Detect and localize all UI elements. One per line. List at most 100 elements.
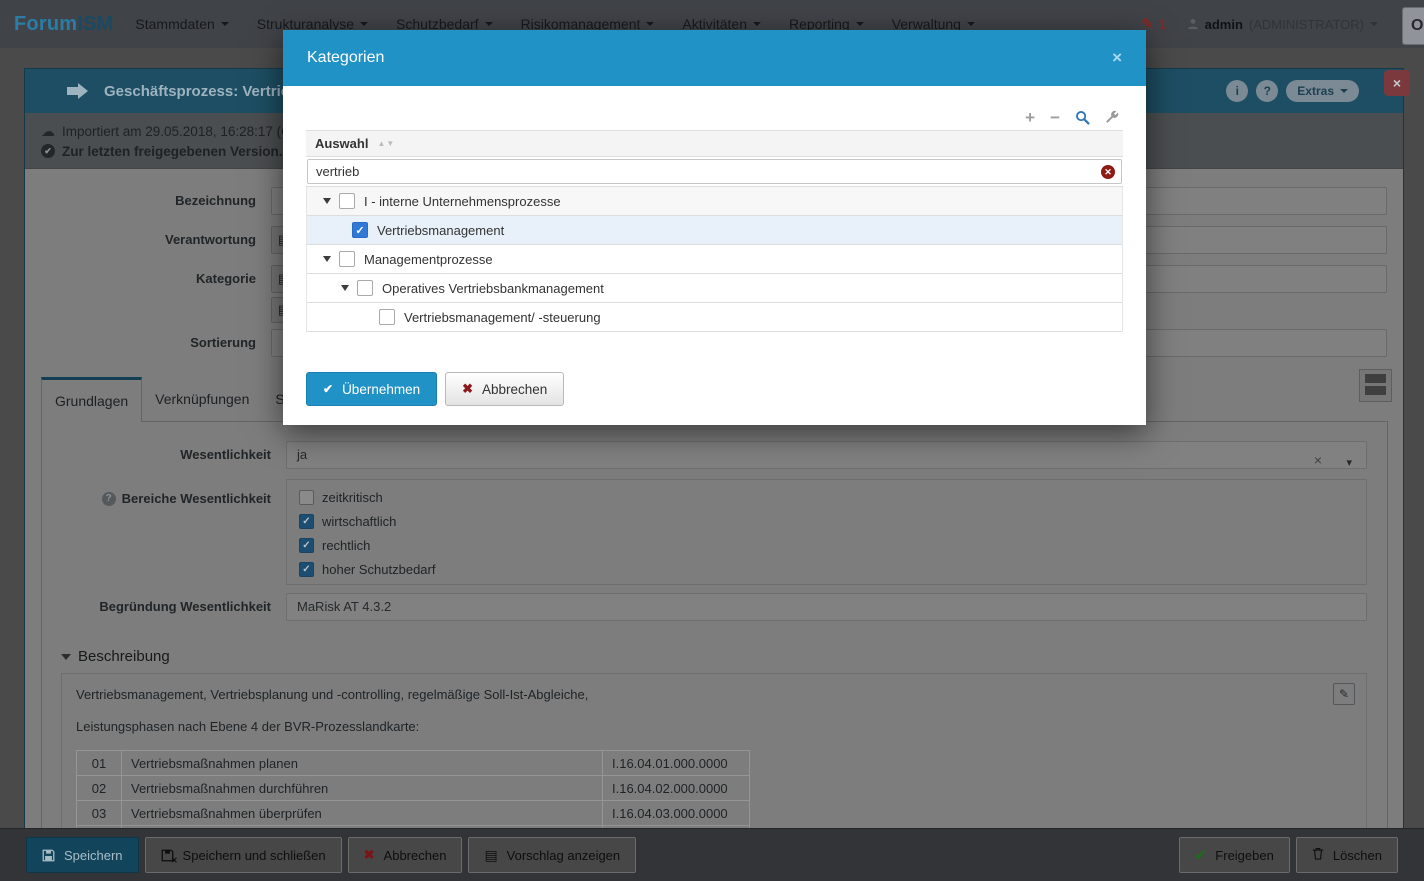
chevron-down-icon <box>1370 22 1378 26</box>
modal-close-button[interactable]: × <box>1112 48 1122 68</box>
kategorie-label: Kategorie <box>25 265 256 293</box>
save-and-close-button[interactable]: ✕ Speichern und schließen <box>145 837 342 873</box>
collapse-all-icon[interactable]: − <box>1050 109 1060 126</box>
modal-footer: ✔ Übernehmen ✖ Abbrechen <box>306 372 1123 406</box>
checkbox-unchecked[interactable] <box>299 490 314 505</box>
cloud-import-icon: ☁ <box>41 123 55 140</box>
menu-stammdaten[interactable]: Stammdaten <box>135 16 228 32</box>
bereiche-label-row: ? Bereiche Wesentlichkeit <box>42 485 271 513</box>
close-panel-button[interactable]: × <box>1384 70 1410 96</box>
checkbox-row-wirtschaftlich[interactable]: ✓ wirtschaftlich <box>299 509 1354 533</box>
category-tree: I - interne Unternehmensprozesse ✓ Vertr… <box>306 187 1123 332</box>
process-arrow-icon <box>67 83 88 99</box>
chevron-down-icon <box>856 22 864 26</box>
header-controls: i ? Extras <box>1226 80 1359 102</box>
checkbox-checked[interactable]: ✓ <box>299 562 314 577</box>
chevron-down-icon <box>485 22 493 26</box>
sort-icons[interactable]: ▲▼ <box>377 139 395 148</box>
release-button[interactable]: ✔ Freigeben <box>1179 837 1290 873</box>
cancel-button[interactable]: ✖ Abbrechen <box>348 837 463 873</box>
begruendung-input[interactable]: MaRisk AT 4.3.2 <box>286 593 1367 621</box>
save-button[interactable]: Speichern <box>26 837 139 873</box>
edit-icon[interactable]: ✎ <box>1333 683 1355 705</box>
checkbox-row-zeitkritisch[interactable]: zeitkritisch <box>299 485 1354 509</box>
collapse-triangle-icon <box>61 654 71 660</box>
grundlagen-tab-content: Wesentlichkeit ja × ▾ ? Bereiche Wesentl… <box>41 421 1388 881</box>
save-close-icon: ✕ <box>161 849 174 862</box>
expand-all-icon[interactable]: + <box>1025 109 1035 126</box>
beschreibung-paragraph: Leistungsphasen nach Ebene 4 der BVR-Pro… <box>76 719 1352 734</box>
tree-row[interactable]: Operatives Vertriebsbankmanagement <box>307 274 1122 303</box>
check-circle-icon: ✔ <box>41 144 55 158</box>
tree-row[interactable]: Managementprozesse <box>307 245 1122 274</box>
extras-button[interactable]: Extras <box>1286 80 1359 102</box>
show-proposal-button[interactable]: ▤ Vorschlag anzeigen <box>468 837 636 873</box>
chevron-down-icon <box>221 22 229 26</box>
user-name: admin <box>1205 17 1243 32</box>
modal-cancel-button[interactable]: ✖ Abbrechen <box>445 372 564 406</box>
tree-column-header[interactable]: Auswahl ▲▼ <box>306 130 1123 157</box>
edit-count: 1 <box>1159 16 1167 32</box>
checkbox-row-hoher-schutzbedarf[interactable]: ✓ hoher Schutzbedarf <box>299 557 1354 581</box>
bottom-right-buttons: ✔ Freigeben Löschen <box>1179 837 1398 873</box>
wesentlichkeit-label: Wesentlichkeit <box>42 441 271 469</box>
app-logo[interactable]: ForumISM <box>14 13 113 36</box>
tab-grundlagen[interactable]: Grundlagen <box>41 377 142 422</box>
chevron-down-icon <box>646 22 654 26</box>
trash-icon <box>1312 847 1324 863</box>
tree-row[interactable]: Vertriebsmanagement/ -steuerung <box>307 303 1122 332</box>
settings-wrench-icon[interactable] <box>1105 110 1119 124</box>
checkbox-unchecked[interactable] <box>339 251 355 267</box>
chevron-down-icon <box>967 22 975 26</box>
delete-button[interactable]: Löschen <box>1296 837 1398 873</box>
begruendung-label: Begründung Wesentlichkeit <box>42 593 271 621</box>
user-menu[interactable]: admin (ADMINISTRATOR) <box>1187 17 1378 32</box>
apply-button[interactable]: ✔ Übernehmen <box>306 372 437 406</box>
user-icon <box>1187 18 1199 30</box>
collapse-triangle-icon[interactable] <box>341 285 349 291</box>
search-input[interactable] <box>307 159 1122 184</box>
list-icon: ▤ <box>484 847 497 864</box>
bereiche-checkbox-group: zeitkritisch ✓ wirtschaftlich ✓ rechtlic… <box>286 479 1367 585</box>
tab-verknuepfungen[interactable]: Verknüpfungen <box>142 377 262 421</box>
edge-cut-button[interactable]: O <box>1402 7 1424 45</box>
list-bar-icon <box>1365 386 1386 395</box>
clear-search-icon[interactable]: ✕ <box>1101 165 1115 179</box>
beschreibung-section-toggle[interactable]: Beschreibung <box>61 648 170 665</box>
check-icon: ✔ <box>1195 847 1207 864</box>
save-icon <box>42 849 55 862</box>
kategorien-modal: Kategorien × + − Auswahl ▲▼ ✕ <box>283 30 1146 425</box>
modal-header: Kategorien × <box>283 30 1146 86</box>
x-icon: ✖ <box>462 381 473 397</box>
clear-selection-icon[interactable]: × <box>1314 447 1322 473</box>
x-icon: ✖ <box>364 847 375 863</box>
bottom-action-bar: Speichern ✕ Speichern und schließen ✖ Ab… <box>0 828 1424 881</box>
checkbox-unchecked[interactable] <box>357 280 373 296</box>
table-row: 03 Vertriebsmaßnahmen überprüfen I.16.04… <box>77 801 750 826</box>
checkbox-checked[interactable]: ✓ <box>299 538 314 553</box>
help-tooltip-icon[interactable]: ? <box>102 492 116 506</box>
checkbox-unchecked[interactable] <box>339 193 355 209</box>
collapse-triangle-icon[interactable] <box>323 256 331 262</box>
checkbox-unchecked[interactable] <box>379 309 395 325</box>
tree-row[interactable]: I - interne Unternehmensprozesse <box>307 187 1122 216</box>
user-role: (ADMINISTRATOR) <box>1249 17 1364 32</box>
search-icon[interactable] <box>1075 110 1090 125</box>
check-icon: ✔ <box>323 382 333 396</box>
wesentlichkeit-select[interactable]: ja × ▾ <box>286 441 1367 469</box>
navbar-right: ✎ 1 admin (ADMINISTRATOR) <box>1141 15 1414 33</box>
modal-title: Kategorien <box>307 49 384 67</box>
checkbox-checked[interactable]: ✓ <box>352 222 368 238</box>
info-button[interactable]: i <box>1226 80 1248 102</box>
application-window: ForumISM Stammdaten Strukturanalyse Schu… <box>0 0 1424 881</box>
checkbox-row-rechtlich[interactable]: ✓ rechtlich <box>299 533 1354 557</box>
checkbox-checked[interactable]: ✓ <box>299 514 314 529</box>
bereiche-label: Bereiche Wesentlichkeit <box>122 485 271 513</box>
collapse-triangle-icon[interactable] <box>323 198 331 204</box>
modal-body: + − Auswahl ▲▼ ✕ I - interne Unternehmen… <box>283 86 1146 425</box>
help-button[interactable]: ? <box>1256 80 1278 102</box>
table-row: 02 Vertriebsmaßnahmen durchführen I.16.0… <box>77 776 750 801</box>
list-view-button[interactable] <box>1359 369 1392 402</box>
tree-row-selected[interactable]: ✓ Vertriebsmanagement <box>307 216 1122 245</box>
chevron-down-icon[interactable]: ▾ <box>1346 450 1352 476</box>
